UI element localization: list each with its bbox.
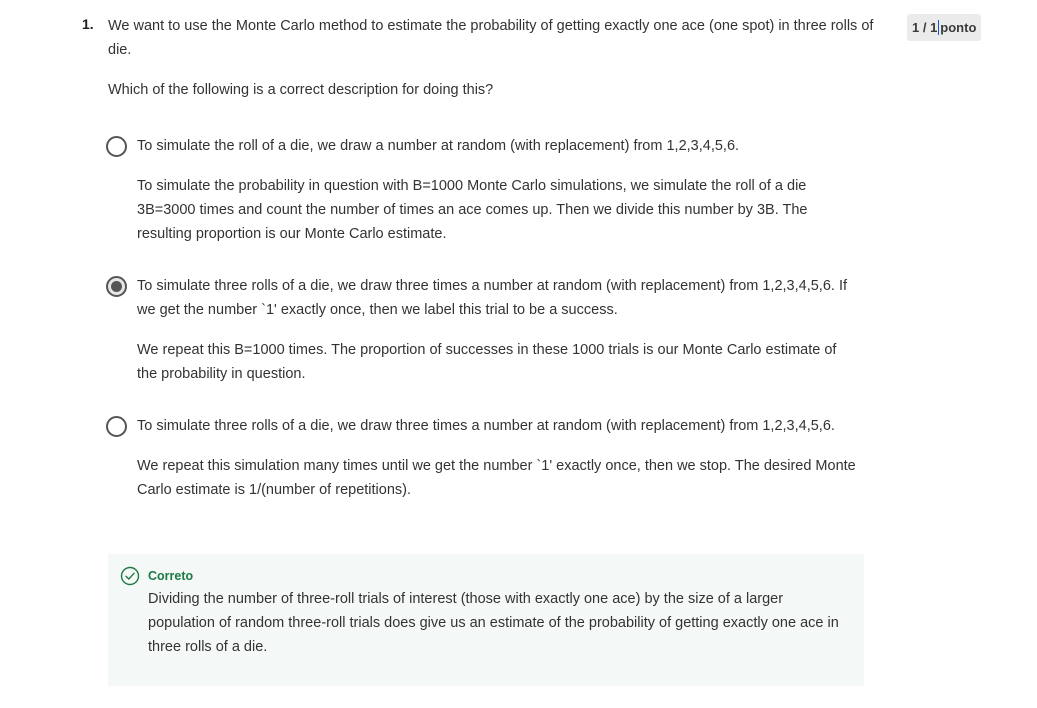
check-circle-icon (120, 566, 140, 586)
answer-option-text: To simulate the roll of a die, we draw a… (137, 138, 740, 154)
feedback-panel: Correto Dividing the number of three-rol… (108, 554, 864, 686)
answer-option-body: To simulate the roll of a die, we draw a… (137, 134, 857, 246)
answer-option-detail: We repeat this simulation many times unt… (137, 458, 856, 498)
answer-option-body: To simulate three rolls of a die, we dra… (137, 274, 857, 386)
answer-option-body: To simulate three rolls of a die, we dra… (137, 414, 857, 502)
question-prompt: Which of the following is a correct desc… (108, 82, 494, 98)
feedback-title: Correto (148, 569, 194, 583)
answer-option-text: To simulate three rolls of a die, we dra… (137, 418, 835, 434)
radio-button[interactable] (106, 416, 127, 437)
answer-option-detail: To simulate the probability in question … (137, 178, 808, 242)
feedback-text: Dividing the number of three-roll trials… (148, 591, 839, 655)
score-value: 1 / 1 (912, 20, 938, 35)
question-text: We want to use the Monte Carlo method to… (108, 18, 874, 58)
answer-option-text: To simulate three rolls of a die, we dra… (137, 278, 848, 318)
score-badge: 1 / 1 ponto (907, 14, 982, 41)
question-number: 1. (82, 16, 94, 32)
quiz-page: 1. We want to use the Monte Carlo method… (0, 0, 1037, 708)
score-unit: ponto (940, 20, 977, 35)
radio-button-checked[interactable] (106, 276, 127, 297)
answer-option-detail: We repeat this B=1000 times. The proport… (137, 342, 837, 382)
radio-button[interactable] (106, 136, 127, 157)
